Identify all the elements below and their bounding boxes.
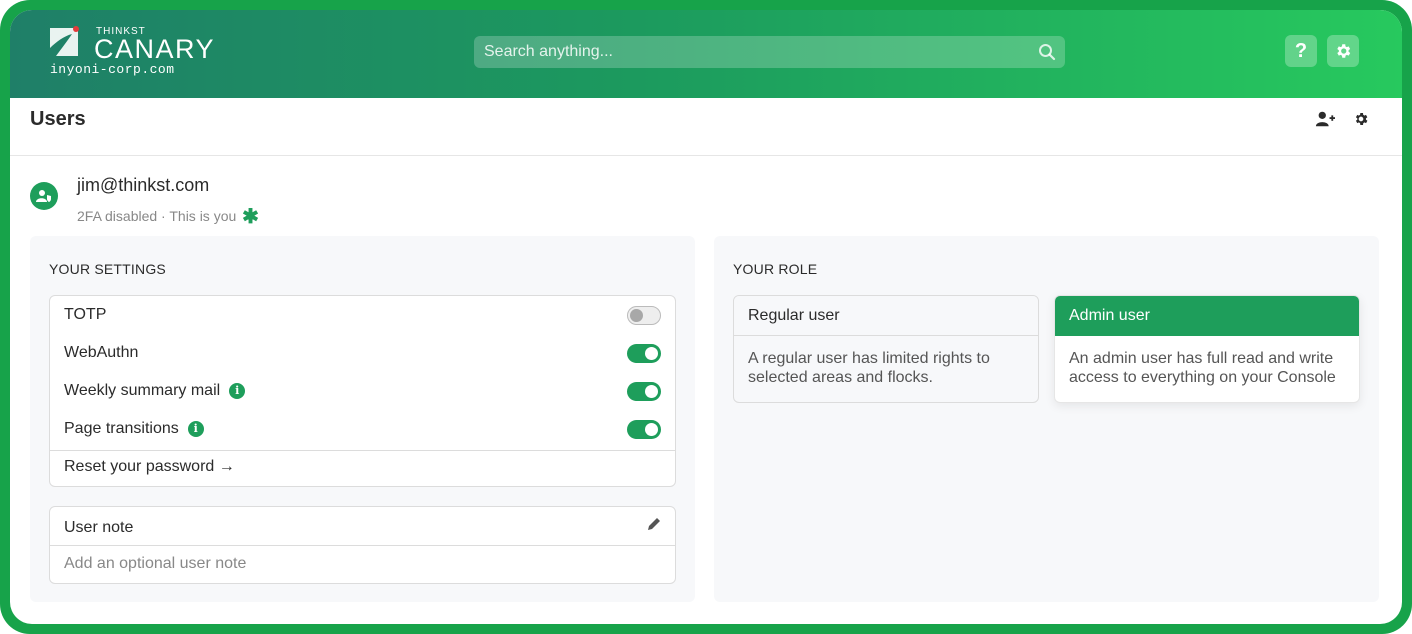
canary-logo[interactable]: THINKST CANARY inyoni-corp.com [48,24,278,84]
divider [50,545,675,546]
user-note-title: User note [64,519,134,536]
search-icon[interactable] [1038,43,1056,61]
top-header: THINKST CANARY inyoni-corp.com ? [10,10,1402,98]
add-user-icon[interactable] [1315,110,1335,128]
page-transitions-toggle[interactable] [627,420,661,439]
page-titlebar: Users [10,98,1402,156]
gear-icon [1337,44,1351,58]
help-icon: ? [1294,39,1308,62]
app-window: THINKST CANARY inyoni-corp.com ? Users [10,10,1402,624]
brand-name: CANARY [94,34,216,64]
reset-password-row: Reset your password → [50,449,675,486]
user-note-input[interactable]: Add an optional user note [64,555,246,573]
page-title: Users [30,108,86,130]
pencil-icon[interactable] [647,517,661,531]
gear-icon[interactable] [1353,111,1369,127]
settings-button[interactable] [1327,35,1359,67]
role-title: YOUR ROLE [733,261,818,277]
setting-label: Weekly summary mail [64,382,221,399]
role-option-header: Admin user [1055,296,1359,336]
search-input[interactable] [474,36,1065,68]
setting-label: Page transitions [64,420,179,437]
help-button[interactable]: ? [1285,35,1317,67]
role-option-description: A regular user has limited rights to sel… [748,350,990,386]
setting-label-with-info: Weekly summary mail i [64,382,246,400]
setting-label: TOTP [64,306,107,323]
setting-row-totp: TOTP [50,296,675,334]
app-frame: THINKST CANARY inyoni-corp.com ? Users [0,0,1412,634]
role-panel: YOUR ROLE Regular user A regular user ha… [714,236,1379,602]
role-option-admin[interactable]: Admin user An admin user has full read a… [1054,295,1360,403]
user-shield-icon [36,190,51,202]
info-icon[interactable]: i [187,421,204,437]
settings-title: YOUR SETTINGS [49,261,166,277]
setting-row-page-transitions: Page transitions i [50,410,675,448]
role-option-name: Regular user [748,307,840,324]
weekly-summary-toggle[interactable] [627,382,661,401]
current-user-marker: ✱ [242,206,259,228]
settings-card: TOTP WebAuthn Weekly summary mail i Page … [49,295,676,487]
org-domain: inyoni-corp.com [50,62,175,77]
info-icon[interactable]: i [229,383,246,399]
avatar [30,182,58,210]
user-email: jim@thinkst.com [77,175,210,195]
setting-label: WebAuthn [64,344,139,361]
role-option-description: An admin user has full read and write ac… [1069,350,1336,386]
role-option-name: Admin user [1069,307,1150,324]
role-option-header: Regular user [734,296,1038,336]
user-status-text: 2FA disabled · This is you [77,208,237,224]
role-option-regular[interactable]: Regular user A regular user has limited … [733,295,1039,403]
settings-panel: YOUR SETTINGS TOTP WebAuthn Weekly summa… [30,236,695,602]
setting-row-weekly-summary: Weekly summary mail i [50,372,675,410]
setting-row-webauthn: WebAuthn [50,334,675,372]
setting-label-with-info: Page transitions i [64,420,204,438]
canary-logo-icon [50,26,79,56]
totp-toggle[interactable] [627,306,661,325]
user-note-card: User note Add an optional user note [49,506,676,584]
reset-password-link[interactable]: Reset your password → [64,458,235,476]
user-status: 2FA disabled · This is you ✱ [77,202,259,228]
webauthn-toggle[interactable] [627,344,661,363]
